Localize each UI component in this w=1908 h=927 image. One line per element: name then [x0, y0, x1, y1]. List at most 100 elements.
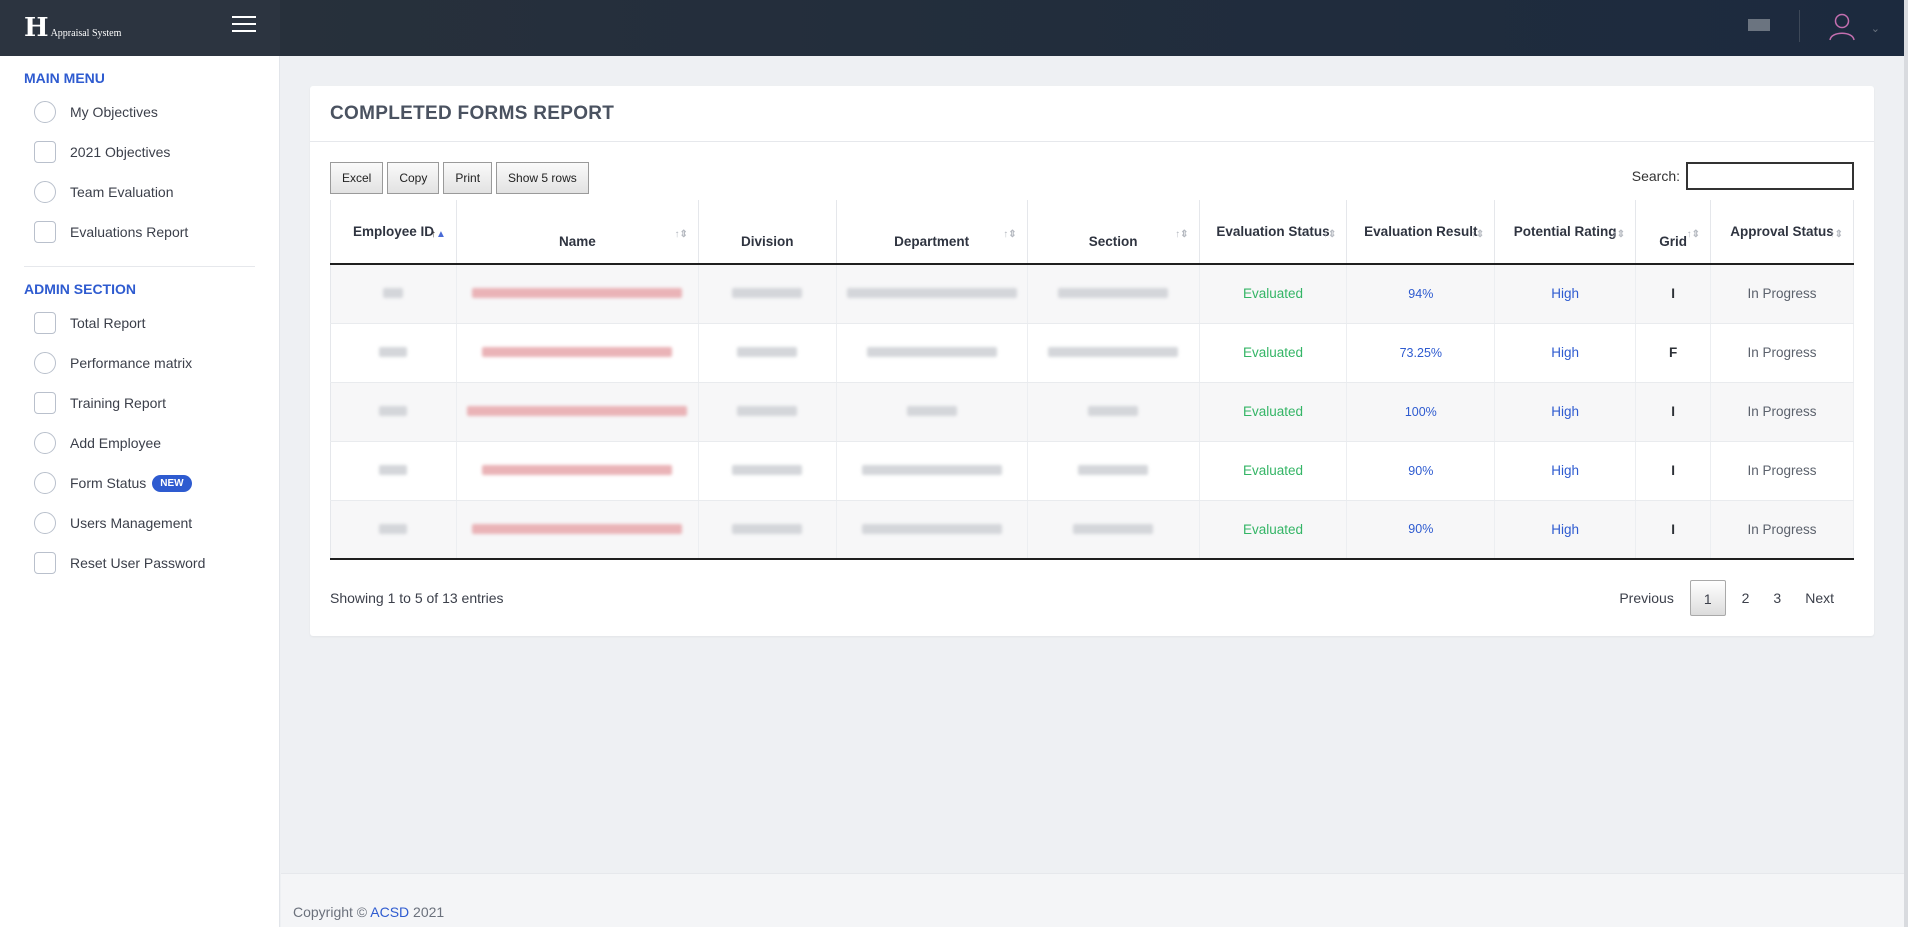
user-dropdown-chevron-icon[interactable]: ⌄: [1871, 22, 1880, 35]
sort-icon[interactable]: ↑⇕: [674, 224, 687, 245]
document-icon: [34, 312, 56, 334]
info-icon: [34, 472, 56, 494]
graduation-cap-icon: [34, 392, 56, 414]
name-cell: [456, 441, 699, 501]
section-cell: [1027, 323, 1200, 383]
page-1-button[interactable]: 1: [1689, 580, 1726, 616]
employee-id-cell: [330, 382, 457, 442]
sidebar-item-team-evaluation[interactable]: Team Evaluation: [0, 172, 279, 212]
column-header-section[interactable]: Section ↑⇕: [1027, 200, 1200, 265]
sidebar-item-training-report[interactable]: Training Report: [0, 383, 279, 423]
department-cell: [836, 500, 1028, 560]
sort-icon[interactable]: ↑⇕: [1471, 224, 1484, 245]
grid-cell: F: [1635, 323, 1712, 383]
division-cell: [698, 500, 837, 560]
copy-button[interactable]: Copy: [387, 162, 440, 194]
sort-icon[interactable]: ↑⇕: [1003, 224, 1016, 245]
column-header-department[interactable]: Department ↑⇕: [836, 200, 1028, 265]
search-input[interactable]: [1686, 162, 1854, 190]
table-row[interactable]: Evaluated 100% High I In Progress: [330, 382, 1854, 442]
copyright-text: Copyright ©: [293, 904, 368, 920]
sidebar-item-label: Add Employee: [70, 435, 162, 451]
department-cell: [836, 323, 1028, 383]
next-page-button[interactable]: Next: [1793, 580, 1846, 616]
page-2-button[interactable]: 2: [1730, 580, 1762, 616]
sort-icon[interactable]: ↑⇕: [1612, 224, 1625, 245]
sidebar-item-reset-user-password[interactable]: Reset User Password: [0, 543, 279, 583]
sidebar-item-add-employee[interactable]: Add Employee: [0, 423, 279, 463]
pie-chart-icon: [34, 352, 56, 374]
potential-rating-cell: High: [1494, 382, 1637, 442]
column-header-evaluation-result[interactable]: Evaluation Result ↑⇕: [1346, 200, 1496, 265]
sidebar-item-label: 2021 Objectives: [70, 144, 171, 160]
division-cell: [698, 441, 837, 501]
table-row[interactable]: Evaluated 73.25% High F In Progress: [330, 323, 1854, 383]
brand-logo[interactable]: H: [24, 13, 49, 43]
menu-toggle-icon[interactable]: [232, 16, 256, 34]
division-cell: [698, 264, 837, 324]
approval-status-cell: In Progress: [1710, 323, 1854, 383]
table-header-row: Employee ID ↑▲ Name ↑⇕ Division Department…: [330, 200, 1854, 265]
grid-cell: I: [1635, 500, 1712, 560]
column-header-approval-status[interactable]: Approval Status ↑⇕: [1710, 200, 1854, 265]
employee-id-cell: [330, 441, 457, 501]
sidebar-item-label: Form Status: [70, 475, 147, 491]
language-flag-icon[interactable]: [1748, 19, 1770, 31]
table-row[interactable]: Evaluated 94% High I In Progress: [330, 264, 1854, 324]
sidebar-item-label: Team Evaluation: [70, 184, 174, 200]
user-profile-icon[interactable]: [1826, 10, 1858, 42]
excel-button[interactable]: Excel: [330, 162, 384, 194]
calendar-icon: [34, 141, 56, 163]
name-cell: [456, 382, 699, 442]
page-scrollbar[interactable]: [1904, 0, 1908, 927]
sort-icon[interactable]: ↑⇕: [1323, 224, 1336, 245]
column-header-evaluation-status[interactable]: Evaluation Status ↑⇕: [1199, 200, 1348, 265]
sidebar-divider: [24, 266, 255, 267]
sidebar-item-label: Users Management: [70, 515, 193, 531]
column-header-grid[interactable]: Grid ↑⇕: [1635, 200, 1712, 265]
column-header-potential-rating[interactable]: Potential Rating ↑⇕: [1494, 200, 1637, 265]
department-cell: [836, 382, 1028, 442]
sort-asc-icon[interactable]: ↑▲: [431, 224, 446, 245]
table-row[interactable]: Evaluated 90% High I In Progress: [330, 441, 1854, 501]
sidebar-item-performance-matrix[interactable]: Performance matrix: [0, 343, 279, 383]
print-button[interactable]: Print: [443, 162, 493, 194]
sort-icon[interactable]: ↑⇕: [1687, 224, 1700, 245]
sidebar-item-form-status[interactable]: Form Status NEW: [0, 463, 279, 503]
report-icon: [34, 221, 56, 243]
sort-icon[interactable]: ↑⇕: [1175, 224, 1188, 245]
name-cell: [456, 323, 699, 383]
sidebar-item-label: My Objectives: [70, 104, 158, 120]
sidebar-item-users-management[interactable]: Users Management: [0, 503, 279, 543]
approval-status-cell: In Progress: [1710, 500, 1854, 560]
evaluation-status-cell: Evaluated: [1199, 382, 1348, 442]
column-header-division[interactable]: Division: [698, 200, 837, 265]
potential-rating-cell: High: [1494, 323, 1637, 383]
sidebar-item-evaluations-report[interactable]: Evaluations Report: [0, 212, 279, 252]
column-header-employee-id[interactable]: Employee ID ↑▲: [330, 200, 457, 265]
evaluation-status-cell: Evaluated: [1199, 323, 1348, 383]
pagination: Previous 1 2 3 Next: [1607, 580, 1846, 616]
department-cell: [836, 264, 1028, 324]
main-menu-title: MAIN MENU: [24, 70, 105, 86]
show-rows-button[interactable]: Show 5 rows: [496, 162, 589, 194]
table-search: Search:: [1632, 162, 1854, 190]
sidebar-item-label: Evaluations Report: [70, 224, 189, 240]
export-toolbar: Excel Copy Print Show 5 rows: [330, 162, 593, 194]
completed-forms-table: Employee ID ↑▲ Name ↑⇕ Division Department…: [330, 200, 1854, 560]
admin-section-title: ADMIN SECTION: [24, 281, 136, 297]
approval-status-cell: In Progress: [1710, 441, 1854, 501]
add-user-icon: [34, 432, 56, 454]
previous-page-button[interactable]: Previous: [1607, 580, 1685, 616]
page-3-button[interactable]: 3: [1761, 580, 1793, 616]
division-cell: [698, 323, 837, 383]
sidebar-item-2021-objectives[interactable]: 2021 Objectives: [0, 132, 279, 172]
navbar-divider: [1799, 10, 1800, 42]
department-cell: [836, 441, 1028, 501]
sort-icon[interactable]: ↑⇕: [1830, 224, 1843, 245]
acsd-link[interactable]: ACSD: [370, 904, 409, 920]
sidebar-item-my-objectives[interactable]: My Objectives: [0, 92, 279, 132]
sidebar-item-total-report[interactable]: Total Report: [0, 303, 279, 343]
table-row[interactable]: Evaluated 90% High I In Progress: [330, 500, 1854, 560]
column-header-name[interactable]: Name ↑⇕: [456, 200, 699, 265]
